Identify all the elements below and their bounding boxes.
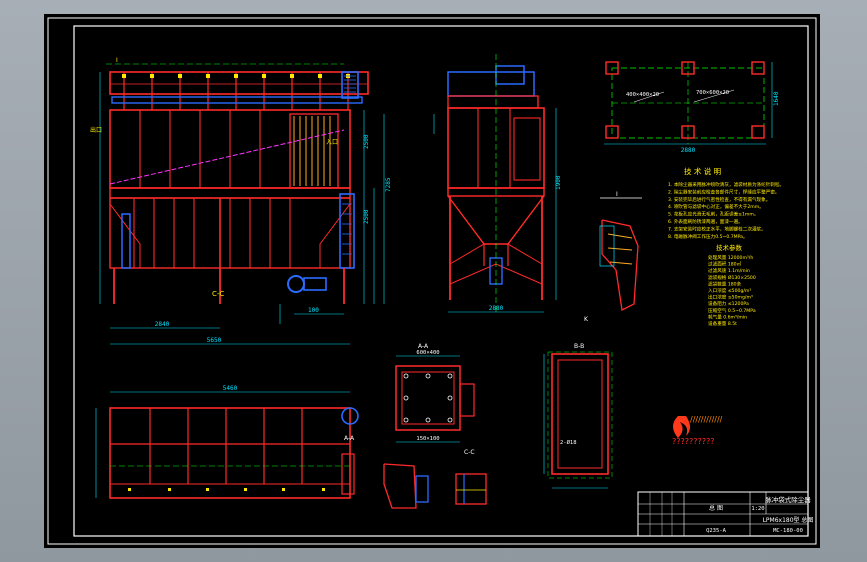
title-drawing-name: 总 图 — [709, 504, 723, 512]
section-b-label: B-B — [574, 343, 584, 350]
label-top-note: I — [116, 57, 118, 64]
note-line-7: 7. 支架安装时应校正水平，地脚螺栓二次灌浆。 — [668, 225, 766, 232]
section-a2-label: A-A — [418, 343, 429, 350]
dim-plan-d: 1640 — [773, 91, 780, 106]
param-line-8: 设备阻力 ≤1200Pa — [708, 300, 749, 307]
title-company: 脉冲袋式除尘器 — [765, 495, 811, 504]
note-line-8: 8. 电磁脉冲阀工作压力0.5~0.7MPa。 — [668, 233, 748, 240]
title-material: Q235-A — [706, 528, 727, 534]
technical-notes: 技 术 说 明 1. 本除尘器采用脉冲喷吹清灰，滤袋材质为涤纶针刺毡。2. 除尘… — [668, 166, 784, 327]
note-line-1: 1. 本除尘器采用脉冲喷吹清灰，滤袋材质为涤纶针刺毡。 — [668, 181, 784, 188]
param-line-10: 耗气量 0.6m³/min — [708, 313, 747, 320]
note-line-4: 4. 喷吹管与滤袋中心对正，偏差不大于2mm。 — [668, 203, 764, 210]
section-a-label: A-A — [344, 435, 355, 442]
label-section-c: C-C — [212, 290, 224, 298]
company-logo: //////////// ?????????? — [672, 415, 723, 446]
drawing-sheet[interactable]: 5650 2840 7285 2500 2500 100 出口 入口 I C-C — [44, 14, 820, 548]
logo-caption: ?????????? — [672, 437, 714, 446]
params-lines: 处理风量 12000m³/h过滤面积 180㎡过滤风速 1.1m/min滤袋规格… — [708, 254, 756, 327]
dim-side-total: 2880 — [489, 305, 504, 312]
detail-i-label: I — [616, 191, 618, 198]
detail-k-label: K — [584, 316, 589, 323]
title-drawing-no: MC-180-00 — [773, 528, 803, 534]
flange-detail-a: 600×400 150×100 A-A — [395, 343, 475, 443]
title-scale: 1:20 — [751, 506, 764, 512]
section-c-label: C-C — [464, 449, 475, 456]
cad-viewport[interactable]: 5650 2840 7285 2500 2500 100 出口 入口 I C-C — [0, 0, 867, 562]
dim-col-1: 2500 — [363, 134, 370, 149]
opening-a: 600×400 — [416, 350, 439, 356]
logo-banner: //////////// — [690, 415, 723, 424]
front-elevation: 5650 2840 7285 2500 2500 100 出口 入口 I C-C — [90, 57, 392, 345]
param-line-5: 滤袋数量 180条 — [708, 280, 742, 287]
detail-c-views: C-C — [383, 449, 487, 509]
param-line-9: 压缩空气 0.5~0.7MPa — [708, 307, 756, 314]
dim-flange-w: 100 — [308, 307, 319, 314]
param-line-6: 入口浓度 ≤500g/m³ — [708, 287, 751, 294]
dim-front-total: 5650 — [207, 337, 222, 344]
note-line-5: 5. 花板孔应光滑无毛刺，孔距误差≤1mm。 — [668, 211, 758, 218]
dim-front-base: 2840 — [155, 321, 170, 328]
param-line-2: 过滤面积 180㎡ — [708, 261, 742, 268]
title-subtitle: LPM6x180型 总图 — [763, 516, 814, 524]
detail-i: I K — [584, 191, 642, 323]
body-plan-view: 5460 A-A — [95, 385, 359, 499]
cad-drawing-canvas: 5650 2840 7285 2500 2500 100 出口 入口 I C-C — [47, 17, 817, 545]
label-outlet: 出口 — [90, 126, 102, 134]
dim-plan-w: 2880 — [681, 147, 696, 154]
param-line-7: 出口浓度 ≤50mg/m³ — [708, 294, 753, 301]
plan-view: 400×400×20 700×600×20 2880 1640 — [604, 61, 780, 154]
dim-top-total: 5460 — [223, 385, 238, 392]
label-inlet: 入口 — [326, 139, 338, 146]
title-block: 脉冲袋式除尘器 LPM6x180型 总图 总 图 Q235-A 1:20 MC-… — [637, 491, 814, 537]
dim-col-3: 2500 — [363, 209, 370, 224]
param-line-4: 滤袋规格 Ø130×2500 — [708, 274, 756, 281]
side-elevation: 2880 1900 — [433, 54, 562, 314]
param-line-1: 处理风量 12000m³/h — [708, 254, 753, 261]
notes-lines: 1. 本除尘器采用脉冲喷吹清灰，滤袋材质为涤纶针刺毡。2. 除尘器安装前应检查各… — [668, 181, 784, 240]
params-title: 技术参数 — [716, 243, 743, 252]
anchor-b: 700×600×20 — [696, 90, 729, 96]
pipe-spec: 2-Ø18 — [560, 439, 577, 446]
note-line-6: 6. 外表面刷防锈漆两遍，面漆一遍。 — [668, 218, 743, 225]
note-line-3: 3. 安装完毕后进行气密性检查，不得有漏气现象。 — [668, 196, 770, 203]
param-line-11: 设备重量 8.5t — [708, 320, 737, 327]
notes-title: 技 术 说 明 — [684, 166, 721, 176]
note-line-2: 2. 除尘器安装前应检查各部件尺寸，焊缝应平整严密。 — [668, 188, 780, 195]
dim-col-2: 1900 — [555, 175, 562, 190]
param-line-3: 过滤风速 1.1m/min — [708, 267, 750, 274]
anchor-a: 400×400×20 — [626, 92, 659, 98]
opening-detail-b: B-B 2-Ø18 — [543, 343, 613, 489]
opening-b: 150×100 — [416, 436, 439, 442]
dim-height-total: 7285 — [385, 177, 392, 192]
